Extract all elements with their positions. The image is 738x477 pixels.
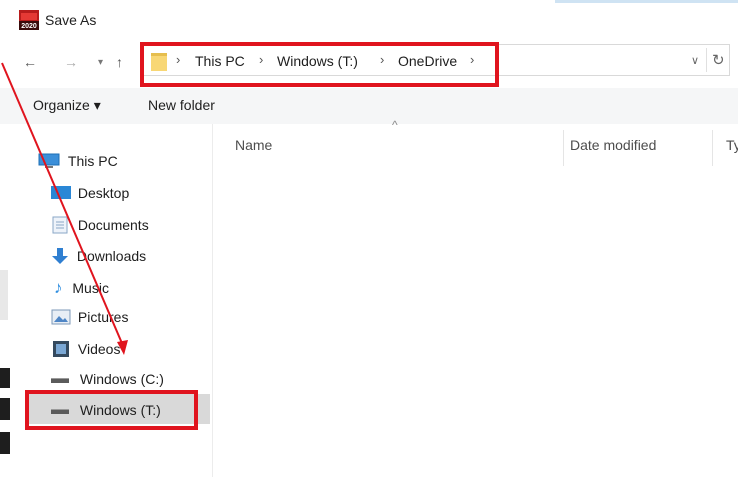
annotation-arrow	[1, 62, 128, 355]
